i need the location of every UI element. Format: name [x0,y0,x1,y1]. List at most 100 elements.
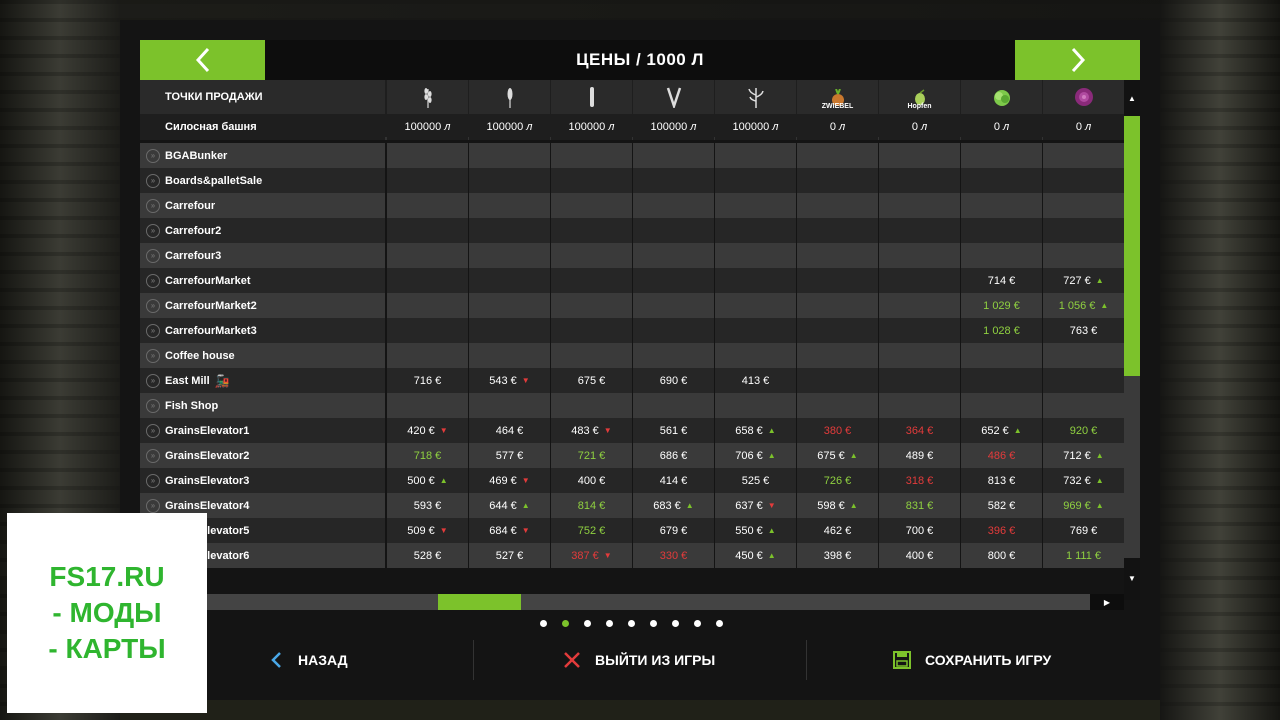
table-row[interactable]: » CarrefourMarket2 1 029 € 1 056 € ▲ [140,293,1124,318]
table-row[interactable]: » Carrefour3 [140,243,1124,268]
price-cell [1043,243,1124,268]
table-row[interactable]: » BGABunker [140,143,1124,168]
hotspot-icon[interactable]: » [146,148,160,163]
column-header-barley [469,80,550,114]
storage-unit: л [772,121,779,133]
price-cell [387,293,468,318]
hotspot-icon[interactable]: » [146,498,160,513]
selling-point-label: GrainsElevator2 [165,449,250,462]
back-button[interactable]: НАЗАД [270,640,348,680]
page-dot[interactable] [650,620,657,627]
scroll-right-icon[interactable]: ▶ [1090,594,1124,610]
table-row[interactable]: » GrainsElevator4 593 € 644 € ▲ 814 € 683 € ▲ 63… [140,493,1124,518]
hotspot-icon[interactable]: » [146,473,160,488]
price-value: 658 € [735,424,763,437]
page-dot[interactable] [606,620,613,627]
price-value: 732 € [1063,474,1091,487]
price-cell [715,243,796,268]
price-cell [715,218,796,243]
page-dot[interactable] [716,620,723,627]
price-cell: 700 € [879,518,960,543]
price-value: 684 € [489,524,517,537]
hotspot-icon[interactable]: » [146,423,160,438]
price-cell [469,343,550,368]
price-value: 462 € [823,524,852,537]
trend-up-icon: ▲ [849,501,858,510]
table-row[interactable]: » GrainsElevator3 500 € ▲ 469 € ▼ 400 € 414 € 52… [140,468,1124,493]
selling-point-label: Coffee house [165,349,235,362]
trend-down-icon: ▼ [521,376,530,385]
page-dot[interactable] [672,620,679,627]
price-cell [715,268,796,293]
page-dot[interactable] [584,620,591,627]
column-header-rapeseed [551,80,632,114]
price-cell [715,318,796,343]
quit-game-button[interactable]: ВЫЙТИ ИЗ ИГРЫ [563,640,715,680]
price-cell: 813 € [961,468,1042,493]
vertical-scrollbar[interactable]: ▲ ▼ [1124,80,1140,600]
hotspot-icon[interactable]: » [146,348,160,363]
hotspot-icon[interactable]: » [146,448,160,463]
price-cell [1043,143,1124,168]
storage-value: 100000 [568,121,606,133]
price-cell [469,318,550,343]
table-row[interactable]: » CarrefourMarket 714 € 727 € ▲ [140,268,1124,293]
rapeseed-icon [579,84,605,110]
table-row[interactable]: » GrainsElevator2 718 € 577 € 721 € 686 € 706 … [140,443,1124,468]
page-dot[interactable] [540,620,547,627]
save-game-button[interactable]: СОХРАНИТЬ ИГРУ [893,640,1051,680]
hotspot-icon[interactable]: » [146,248,160,263]
selling-point-label: Boards&palletSale [165,174,263,187]
barley-icon [497,84,523,110]
hotspot-icon[interactable]: » [146,223,160,238]
column-header-onion: ZWIEBEL [797,80,878,114]
price-value: 450 € [735,549,763,562]
table-row[interactable]: »GrainsElevator5509 €▼684 €▼752 €679 €55… [140,518,1124,543]
storage-amount: 0л [797,114,878,140]
hotspot-icon[interactable]: » [146,398,160,413]
table-row[interactable]: » Carrefour2 [140,218,1124,243]
price-cell [961,393,1042,418]
page-dot[interactable] [562,620,569,627]
table-row[interactable]: » CarrefourMarket3 1 028 € 763 € [140,318,1124,343]
price-value: 577 € [495,449,524,462]
price-cell [879,393,960,418]
scroll-down-icon[interactable]: ▼ [1124,570,1140,586]
price-value: 582 € [987,499,1016,512]
storage-value: 100000 [650,121,688,133]
next-page-button[interactable] [1015,40,1140,80]
column-header-hops: Hopfen [879,80,960,114]
price-cell [551,393,632,418]
table-row[interactable]: » Carrefour [140,193,1124,218]
table-row[interactable]: » Boards&palletSale [140,168,1124,193]
price-value: 396 € [987,524,1016,537]
horizontal-scrollbar[interactable] [140,594,1090,610]
trend-up-icon: ▲ [1095,501,1104,510]
table-row[interactable]: » Fish Shop [140,393,1124,418]
table-row[interactable]: » GrainsElevator1 420 € ▼ 464 € 483 € ▼ 561 € 65… [140,418,1124,443]
price-cell [797,343,878,368]
trend-down-icon: ▼ [439,426,448,435]
hotspot-icon[interactable]: » [146,298,160,313]
hotspot-icon[interactable]: » [146,198,160,213]
price-cell [879,368,960,393]
storage-unit: л [920,121,928,133]
table-row[interactable]: » East Mill 🚂 716 € 543 € ▼ 675 € 690 € 413 € [140,368,1124,393]
hotspot-icon[interactable]: » [146,323,160,338]
price-cell: 414 € [633,468,714,493]
horizontal-scroll-thumb[interactable] [438,594,521,610]
price-cell [1043,343,1124,368]
hotspot-icon[interactable]: » [146,173,160,188]
page-dot[interactable] [628,620,635,627]
save-icon [893,651,911,669]
hotspot-icon[interactable]: » [146,273,160,288]
table-row[interactable]: »GrainsElevator6528 €527 €387 €▼330 €450… [140,543,1124,568]
scroll-up-icon[interactable]: ▲ [1124,90,1140,106]
previous-page-button[interactable] [140,40,265,80]
price-cell [715,193,796,218]
scroll-thumb[interactable] [1124,116,1140,376]
hotspot-icon[interactable]: » [146,373,160,388]
page-dot[interactable] [694,620,701,627]
table-row[interactable]: » Coffee house [140,343,1124,368]
price-cell [633,218,714,243]
